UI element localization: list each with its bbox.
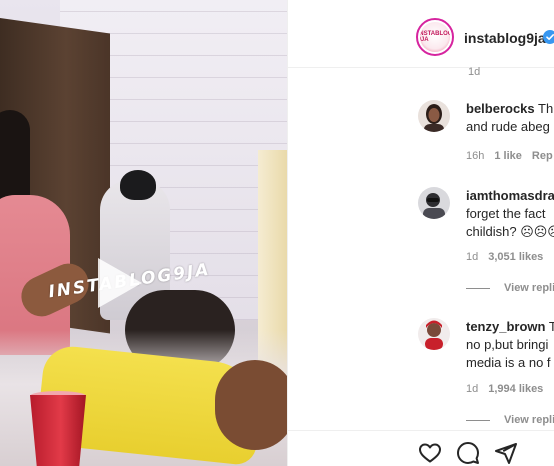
- reply-button[interactable]: Rep: [532, 150, 553, 162]
- comment-line: childish? ☹☹☹: [466, 224, 554, 239]
- comment-time: 1d: [466, 383, 479, 395]
- comment-likes[interactable]: 1,994 likes: [488, 383, 543, 395]
- comment-meta: 16h 1 like Rep: [466, 150, 553, 162]
- comment-meta: 1d 3,051 likes: [466, 251, 543, 263]
- comment-line: media is a no f: [466, 355, 551, 370]
- comment-text: belberocks This: [466, 100, 554, 118]
- comment-avatar[interactable]: [418, 100, 450, 132]
- avatar-photo-icon: [418, 100, 450, 132]
- view-replies-label: View repli: [504, 282, 554, 294]
- comment-username[interactable]: iamthomasdrab: [466, 188, 554, 203]
- comments-panel: INSTABLOG 9JA instablog9ja 1d belberocks…: [287, 0, 554, 466]
- comment-icon[interactable]: [456, 441, 480, 465]
- comment-line: T: [549, 319, 554, 334]
- comment-likes[interactable]: 3,051 likes: [488, 251, 543, 263]
- view-replies-button[interactable]: View repli: [466, 282, 554, 294]
- account-avatar-text: INSTABLOG 9JA: [420, 31, 450, 43]
- post-video[interactable]: INSTABLOG9JA: [0, 0, 287, 466]
- comment-username[interactable]: belberocks: [466, 101, 535, 116]
- avatar-photo-icon: [418, 318, 450, 350]
- comment-avatar[interactable]: [418, 187, 450, 219]
- red-cup: [30, 395, 86, 466]
- comment-likes[interactable]: 1 like: [494, 150, 522, 162]
- avatar-photo-icon: [418, 187, 450, 219]
- comment-text: tenzy_brown T: [466, 318, 554, 336]
- person-standing-head: [120, 170, 156, 200]
- comment-username[interactable]: tenzy_brown: [466, 319, 545, 334]
- post-header: INSTABLOG 9JA instablog9ja: [288, 0, 554, 68]
- view-replies-button[interactable]: View repli: [466, 414, 554, 426]
- account-avatar[interactable]: INSTABLOG 9JA: [416, 18, 454, 56]
- comment-line: forget the fact: [466, 206, 546, 221]
- comment-line: This: [538, 101, 554, 116]
- action-bar: [288, 430, 554, 466]
- comment-time: 1d: [466, 251, 479, 263]
- person-right-arm: [215, 360, 287, 450]
- verified-badge-icon: [543, 30, 554, 44]
- comment-line: no p,but bringi: [466, 337, 549, 352]
- account-avatar-logo: INSTABLOG 9JA: [420, 22, 450, 52]
- account-username[interactable]: instablog9ja: [464, 30, 546, 46]
- replies-divider: [466, 287, 490, 289]
- view-replies-label: View repli: [504, 414, 554, 426]
- comment-avatar[interactable]: [418, 318, 450, 350]
- share-icon[interactable]: [494, 441, 518, 465]
- comment-text: iamthomasdrab: [466, 187, 554, 205]
- replies-divider: [466, 419, 490, 421]
- comment-time: 16h: [466, 150, 485, 162]
- faded-timestamp: 1d: [468, 66, 481, 78]
- play-icon[interactable]: [88, 254, 146, 312]
- heart-icon[interactable]: [418, 441, 442, 465]
- comment-line: and rude abeg: [466, 119, 550, 134]
- comment-meta: 1d 1,994 likes: [466, 383, 543, 395]
